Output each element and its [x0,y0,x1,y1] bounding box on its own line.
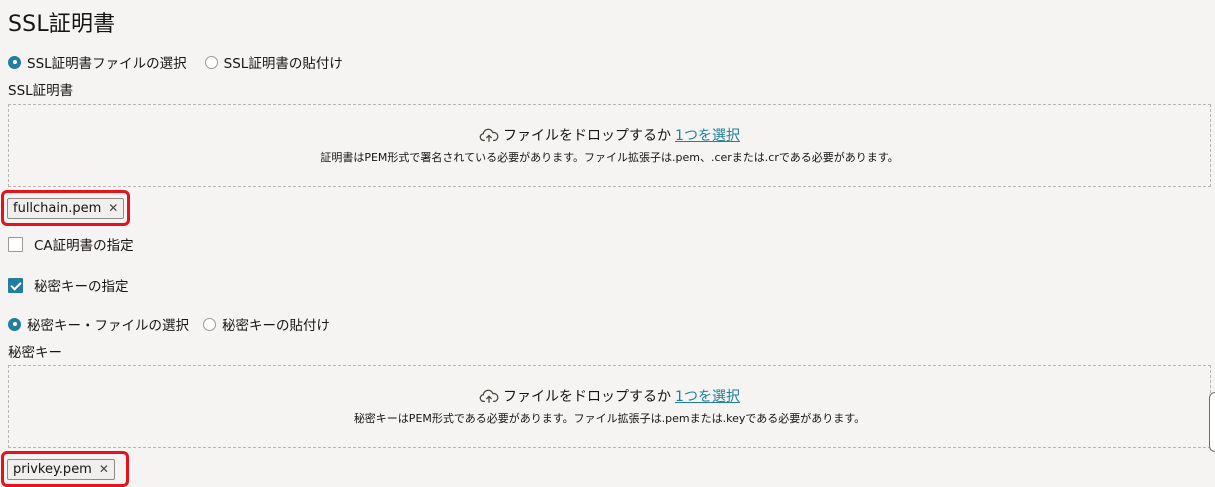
radio-unchecked-icon[interactable] [204,55,218,69]
private-key-file-chip-highlight: privkey.pem ✕ [1,451,129,487]
side-panel-handle[interactable] [1209,392,1215,452]
radio-ssl-paste-label: SSL証明書の貼付け [223,56,343,72]
cloud-upload-icon [479,389,499,403]
private-key-toggle-label: 秘密キーの指定 [34,279,129,295]
ca-cert-label: CA証明書の指定 [34,238,134,254]
dropzone-prompt-row: ファイルをドロップするか 1つを選択 [9,386,1210,406]
ssl-field-label: SSL証明書 [8,83,74,99]
private-key-source-radio-group: 秘密キー・ファイルの選択 秘密キーの貼付け [8,314,348,334]
radio-ssl-paste[interactable]: SSL証明書の貼付け [204,52,343,72]
radio-key-paste-label: 秘密キーの貼付け [222,318,330,334]
radio-ssl-file-select-label: SSL証明書ファイルの選択 [27,56,187,72]
ssl-file-chip: fullchain.pem ✕ [7,197,125,219]
private-key-file-chip: privkey.pem ✕ [7,458,115,480]
ssl-file-name: fullchain.pem [13,200,102,216]
ca-cert-checkbox[interactable] [8,236,23,252]
private-key-checkbox[interactable] [8,277,23,293]
ssl-file-chip-highlight: fullchain.pem ✕ [1,190,130,226]
private-key-checkbox-row[interactable]: 秘密キーの指定 [8,275,129,295]
ca-cert-checkbox-row[interactable]: CA証明書の指定 [8,234,134,254]
dropzone-prompt-text: ファイルをドロップするか [503,389,672,405]
private-key-file-name: privkey.pem [13,461,92,477]
dropzone-prompt-text: ファイルをドロップするか [503,128,672,144]
radio-checked-icon[interactable] [8,317,21,331]
ssl-certificate-form: SSL証明書 SSL証明書ファイルの選択 SSL証明書の貼付け SSL証明書 フ… [0,0,1215,487]
radio-key-paste[interactable]: 秘密キーの貼付け [203,314,330,334]
radio-ssl-file-select[interactable]: SSL証明書ファイルの選択 [8,52,187,72]
radio-key-file-select-label: 秘密キー・ファイルの選択 [27,318,189,334]
private-key-field-label: 秘密キー [8,345,62,361]
radio-key-file-select[interactable]: 秘密キー・ファイルの選択 [8,314,189,334]
select-file-link[interactable]: 1つを選択 [675,125,740,145]
dropzone-prompt-row: ファイルをドロップするか 1つを選択 [9,125,1210,145]
remove-file-icon[interactable]: ✕ [108,201,118,215]
cloud-upload-icon [479,128,499,142]
dropzone-hint: 証明書はPEM形式で署名されている必要があります。ファイル拡張子は.pem、.c… [320,151,899,164]
select-file-link[interactable]: 1つを選択 [675,386,740,406]
ssl-source-radio-group: SSL証明書ファイルの選択 SSL証明書の貼付け [8,52,361,72]
radio-unchecked-icon[interactable] [203,317,216,331]
private-key-dropzone[interactable]: ファイルをドロップするか 1つを選択 秘密キーはPEM形式である必要があります。… [8,365,1211,448]
radio-checked-icon[interactable] [8,55,21,69]
dropzone-hint: 秘密キーはPEM形式である必要があります。ファイル拡張子は.pemまたは.key… [353,412,866,425]
page-title: SSL証明書 [8,12,116,37]
remove-file-icon[interactable]: ✕ [99,462,109,476]
ssl-file-dropzone[interactable]: ファイルをドロップするか 1つを選択 証明書はPEM形式で署名されている必要があ… [8,104,1211,187]
